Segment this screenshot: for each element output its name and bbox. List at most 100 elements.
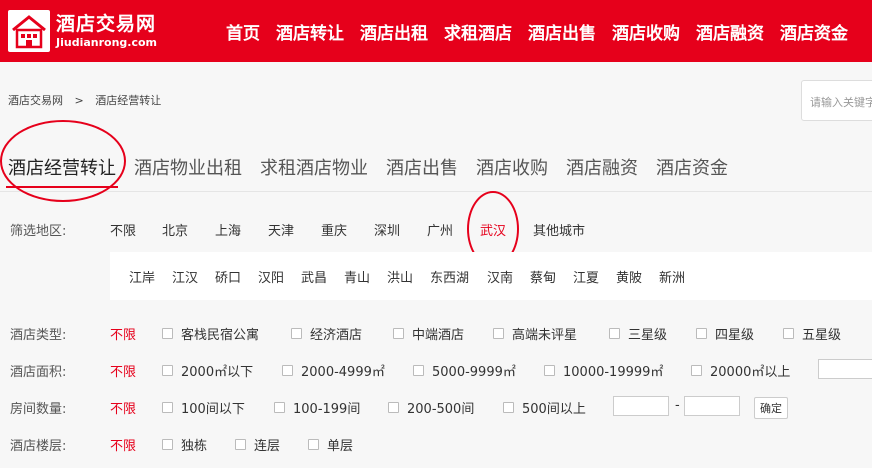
nav-hotel-funds[interactable]: 酒店资金 <box>772 19 856 44</box>
city-chongqing[interactable]: 重庆 <box>321 220 347 239</box>
tab-hotel-funds[interactable]: 酒店资金 <box>648 146 738 191</box>
floors-option-checkbox[interactable]: 连层 <box>235 435 280 454</box>
floors-option-label: 连层 <box>254 439 281 454</box>
category-tabs: 酒店经营转让 酒店物业出租 求租酒店物业 酒店出售 酒店收购 酒店融资 酒店资金 <box>0 146 872 192</box>
type-option-label: 经济酒店 <box>310 328 363 343</box>
area-option-label: 2000-4999㎡ <box>301 365 385 380</box>
rooms-min-input[interactable] <box>613 396 669 416</box>
checkbox-icon <box>162 328 173 339</box>
area-option-checkbox[interactable]: 10000-19999㎡ <box>544 361 663 380</box>
district-item[interactable]: 江汉 <box>172 267 198 286</box>
checkbox-icon <box>162 439 173 450</box>
district-panel: 江岸 江汉 硚口 汉阳 武昌 青山 洪山 东西湖 汉南 蔡甸 江夏 黄陂 新洲 <box>110 252 872 300</box>
floors-option-label: 单层 <box>327 439 354 454</box>
breadcrumb-current: 酒店经营转让 <box>95 94 162 107</box>
checkbox-icon <box>162 402 173 413</box>
checkbox-icon <box>388 402 399 413</box>
nav-hotel-transfer[interactable]: 酒店转让 <box>268 19 352 44</box>
type-option-checkbox[interactable]: 四星级 <box>696 324 754 343</box>
checkbox-icon <box>544 365 555 376</box>
area-option-checkbox[interactable]: 5000-9999㎡ <box>413 361 516 380</box>
city-wuhan[interactable]: 武汉 <box>480 220 506 239</box>
city-shenzhen[interactable]: 深圳 <box>374 220 400 239</box>
rooms-option-checkbox[interactable]: 200-500间 <box>388 398 474 417</box>
checkbox-icon <box>282 365 293 376</box>
district-item[interactable]: 硚口 <box>215 267 241 286</box>
area-option-label: 20000㎡以上 <box>710 365 791 380</box>
nav-hotel-sale[interactable]: 酒店出售 <box>520 19 604 44</box>
area-option-checkbox[interactable]: 2000㎡以下 <box>162 361 253 380</box>
rooms-option-label: 100-199间 <box>293 402 361 417</box>
tab-hotel-financing[interactable]: 酒店融资 <box>558 146 648 191</box>
district-item[interactable]: 东西湖 <box>430 267 469 286</box>
checkbox-icon <box>696 328 707 339</box>
rooms-confirm-button[interactable]: 确定 <box>754 397 788 419</box>
checkbox-icon <box>393 328 404 339</box>
district-item[interactable]: 黄陂 <box>616 267 642 286</box>
tab-hotel-sale[interactable]: 酒店出售 <box>378 146 468 191</box>
area-option-label: 10000-19999㎡ <box>563 365 664 380</box>
district-item[interactable]: 江夏 <box>573 267 599 286</box>
building-logo-icon <box>8 10 50 52</box>
rooms-option-label: 200-500间 <box>407 402 475 417</box>
tab-property-wanted[interactable]: 求租酒店物业 <box>252 146 378 191</box>
floors-label: 酒店楼层: <box>10 439 67 454</box>
rooms-label: 房间数量: <box>10 402 67 417</box>
rooms-option-checkbox[interactable]: 100间以下 <box>162 398 245 417</box>
city-guangzhou[interactable]: 广州 <box>427 220 453 239</box>
city-unlimited[interactable]: 不限 <box>110 220 136 239</box>
district-item[interactable]: 蔡甸 <box>530 267 556 286</box>
breadcrumb-home[interactable]: 酒店交易网 <box>8 94 63 107</box>
floors-option-checkbox[interactable]: 独栋 <box>162 435 207 454</box>
type-option-checkbox[interactable]: 客栈民宿公寓 <box>162 324 259 343</box>
district-item[interactable]: 洪山 <box>387 267 413 286</box>
nav-rent-wanted[interactable]: 求租酒店 <box>436 19 520 44</box>
nav-home[interactable]: 首页 <box>218 19 268 44</box>
checkbox-icon <box>503 402 514 413</box>
city-other[interactable]: 其他城市 <box>533 220 585 239</box>
type-option-label: 四星级 <box>715 328 755 343</box>
checkbox-icon <box>413 365 424 376</box>
floors-option-checkbox[interactable]: 单层 <box>308 435 353 454</box>
nav-hotel-lease[interactable]: 酒店出租 <box>352 19 436 44</box>
type-option-checkbox[interactable]: 高端未评星 <box>493 324 577 343</box>
city-beijing[interactable]: 北京 <box>162 220 188 239</box>
area-unlimited[interactable]: 不限 <box>110 361 136 380</box>
type-option-checkbox[interactable]: 五星级 <box>783 324 841 343</box>
type-unlimited[interactable]: 不限 <box>110 324 136 343</box>
search-input[interactable]: 请输入关键字 <box>801 80 872 121</box>
district-item[interactable]: 江岸 <box>129 267 155 286</box>
checkbox-icon <box>609 328 620 339</box>
type-option-label: 三星级 <box>628 328 668 343</box>
area-option-checkbox[interactable]: 2000-4999㎡ <box>282 361 385 380</box>
tab-operation-transfer[interactable]: 酒店经营转让 <box>0 146 126 191</box>
rooms-max-input[interactable] <box>684 396 740 416</box>
area-option-label: 2000㎡以下 <box>181 365 254 380</box>
logo-text: 酒店交易网 Jiudianrong.com <box>56 13 157 50</box>
district-item[interactable]: 新洲 <box>659 267 685 286</box>
rooms-option-checkbox[interactable]: 500间以上 <box>503 398 586 417</box>
district-item[interactable]: 武昌 <box>301 267 327 286</box>
breadcrumb: 酒店交易网 > 酒店经营转让 <box>8 92 169 108</box>
rooms-unlimited[interactable]: 不限 <box>110 398 136 417</box>
nav-hotel-acquisition[interactable]: 酒店收购 <box>604 19 688 44</box>
area-option-checkbox[interactable]: 20000㎡以上 <box>691 361 790 380</box>
type-option-checkbox[interactable]: 三星级 <box>609 324 667 343</box>
area-custom-input[interactable] <box>818 359 872 379</box>
checkbox-icon <box>783 328 794 339</box>
rooms-option-checkbox[interactable]: 100-199间 <box>274 398 360 417</box>
type-option-checkbox[interactable]: 经济酒店 <box>291 324 362 343</box>
district-item[interactable]: 青山 <box>344 267 370 286</box>
site-logo[interactable]: 酒店交易网 Jiudianrong.com <box>8 10 157 52</box>
type-option-checkbox[interactable]: 中端酒店 <box>393 324 464 343</box>
city-tianjin[interactable]: 天津 <box>268 220 294 239</box>
floors-option-label: 独栋 <box>181 439 208 454</box>
nav-hotel-financing[interactable]: 酒店融资 <box>688 19 772 44</box>
tab-property-lease[interactable]: 酒店物业出租 <box>126 146 252 191</box>
district-item[interactable]: 汉阳 <box>258 267 284 286</box>
floors-unlimited[interactable]: 不限 <box>110 435 136 454</box>
tab-hotel-acquisition[interactable]: 酒店收购 <box>468 146 558 191</box>
district-item[interactable]: 汉南 <box>487 267 513 286</box>
type-label: 酒店类型: <box>10 328 67 343</box>
city-shanghai[interactable]: 上海 <box>215 220 241 239</box>
